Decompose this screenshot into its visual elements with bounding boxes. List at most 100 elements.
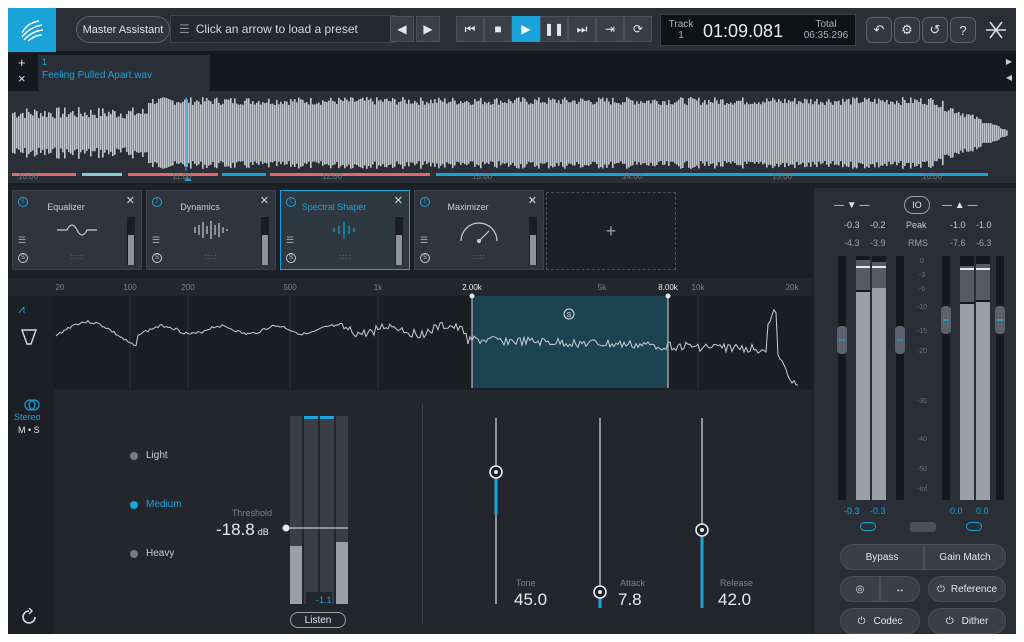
menu-icon[interactable]: ☰: [286, 235, 294, 246]
close-icon[interactable]: ✕: [528, 194, 537, 207]
module-name: Equalizer: [47, 202, 85, 212]
filter-shape-icon[interactable]: [20, 328, 38, 346]
radio-dot: [130, 500, 138, 509]
tone-value[interactable]: 45.0: [514, 590, 547, 610]
input-rms-l: -4.3: [844, 238, 860, 248]
dynamics-icon: [194, 221, 228, 239]
file-tab[interactable]: 1 Feeling Pulled Apart.wav: [38, 55, 210, 91]
grip-icon[interactable]: ∷∷: [339, 253, 351, 262]
master-assistant-button[interactable]: Master Assistant: [76, 16, 170, 43]
input-link-icon[interactable]: [860, 522, 876, 531]
stop-button[interactable]: ■: [484, 16, 512, 42]
mid-side-toggle[interactable]: M • S: [18, 425, 40, 435]
output-peak-r: -1.0: [976, 220, 992, 230]
grip-icon[interactable]: ∷∷: [473, 253, 485, 262]
divider: [422, 404, 423, 624]
module-dynamics[interactable]: I Dynamics ✕ ☰ S ∷∷: [146, 190, 276, 270]
frequency-tick: 1k: [374, 283, 383, 292]
eq-curve-icon: [57, 224, 97, 236]
bypass-button[interactable]: Bypass: [840, 544, 924, 570]
play-button[interactable]: ▶: [512, 16, 540, 42]
attack-value[interactable]: 7.8: [618, 590, 642, 610]
meter-scale-tick: -40: [916, 436, 928, 443]
threshold-meter[interactable]: [282, 412, 354, 610]
add-module-button[interactable]: +: [546, 192, 676, 270]
rms-label: RMS: [908, 238, 928, 248]
history-icon: ↺: [929, 22, 941, 37]
rewind-button[interactable]: ⏮: [456, 16, 484, 42]
close-file-button[interactable]: ×: [18, 71, 26, 86]
stereo-icon[interactable]: [24, 398, 40, 412]
loop-region-icon: ⇥: [604, 22, 616, 36]
tone-slider[interactable]: [488, 416, 506, 608]
module-spectral-shaper[interactable]: I Spectral Shaper ✕ ☰ S ∷∷: [280, 190, 410, 270]
total-time: 06:35.296: [803, 30, 849, 41]
preset-prev-button[interactable]: ◀: [390, 16, 414, 42]
settings-button[interactable]: ⚙: [894, 17, 920, 43]
stereo-rings-icon: ◎: [855, 583, 865, 595]
gauge-icon: [460, 222, 498, 243]
swap-button[interactable]: ↔: [880, 576, 920, 602]
undo-button[interactable]: ↶: [866, 17, 892, 43]
grip-icon[interactable]: ∷∷: [205, 253, 217, 262]
frequency-tick: 500: [283, 283, 297, 292]
tone-label: Tone: [516, 578, 536, 588]
listen-button[interactable]: Listen: [290, 612, 346, 628]
skip-forward-button[interactable]: ⏭: [568, 16, 596, 42]
spectral-shaper-panel: Stereo M • S Light Medium Heavy Threshol…: [8, 390, 812, 634]
mode-heavy[interactable]: Heavy: [130, 548, 174, 559]
output-gain-icon[interactable]: — ▲ —: [942, 200, 977, 211]
io-link-center-icon[interactable]: [910, 522, 936, 532]
spectrum-display[interactable]: S 20 100 200 500 1k 2.00k 5k 8.00k 10k 20k ⩘: [8, 278, 812, 388]
release-value[interactable]: 42.0: [718, 590, 751, 610]
io-link-button[interactable]: IO: [904, 196, 930, 214]
codec-button[interactable]: ⏻ Codec: [840, 608, 920, 634]
input-gain-icon[interactable]: — ▼ —: [834, 200, 869, 211]
release-slider[interactable]: [694, 416, 712, 608]
menu-icon[interactable]: ☰: [152, 235, 160, 246]
solo-icon[interactable]: S: [152, 253, 162, 263]
close-icon[interactable]: ✕: [394, 194, 403, 207]
spectrum-icon[interactable]: ⩘: [18, 302, 25, 317]
output-link-icon[interactable]: [966, 522, 982, 531]
menu-icon[interactable]: ☰: [18, 235, 26, 246]
threshold-value[interactable]: -18.8 dB: [216, 520, 269, 540]
gain-match-button[interactable]: Gain Match: [924, 544, 1006, 570]
preset-field[interactable]: ☰ Click an arrow to load a preset: [170, 15, 396, 43]
solo-icon[interactable]: S: [18, 253, 28, 263]
reference-button[interactable]: ⏻ Reference: [928, 576, 1006, 602]
loop-button[interactable]: ⟳: [624, 16, 652, 42]
close-icon[interactable]: ✕: [260, 194, 269, 207]
solo-icon[interactable]: S: [420, 253, 430, 263]
frequency-tick: 8.00k: [658, 283, 679, 292]
pause-button[interactable]: ❚❚: [540, 16, 568, 42]
output-bottom-l: 0.0: [950, 506, 963, 516]
menu-icon[interactable]: ☰: [420, 235, 428, 246]
stereo-label[interactable]: Stereo: [14, 412, 41, 422]
mode-light[interactable]: Light: [130, 450, 168, 461]
timeline-tick: 15:00: [772, 172, 793, 181]
stereo-compare-button[interactable]: ◎: [840, 576, 880, 602]
history-button[interactable]: ↺: [922, 17, 948, 43]
module-maximizer[interactable]: I Maximizer ✕ ☰ S ∷∷: [414, 190, 544, 270]
close-icon[interactable]: ✕: [126, 194, 135, 207]
dither-button[interactable]: ⏻ Dither: [928, 608, 1006, 634]
solo-icon[interactable]: S: [286, 253, 296, 263]
waveform-overview[interactable]: 10:00 11:00 12:00 13:00 14:00 15:00 16:00: [8, 91, 1016, 183]
spectrum-side: ⩘: [8, 296, 54, 388]
loop-region-button[interactable]: ⇥: [596, 16, 624, 42]
frequency-tick: 5k: [598, 283, 607, 292]
attack-slider[interactable]: [592, 416, 610, 608]
help-button[interactable]: ?: [950, 17, 976, 43]
add-file-button[interactable]: +: [18, 55, 26, 70]
mode-medium[interactable]: Medium: [130, 499, 182, 510]
scroll-right-icon[interactable]: ▶: [1006, 57, 1012, 66]
scroll-left-icon[interactable]: ◀: [1006, 73, 1012, 82]
reset-icon[interactable]: [20, 608, 38, 626]
ozone-app: Master Assistant ☰ Click an arrow to loa…: [8, 8, 1016, 634]
grip-icon[interactable]: ∷∷: [71, 253, 83, 262]
preset-next-button[interactable]: ▶: [416, 16, 440, 42]
signal-chain-button[interactable]: [982, 17, 1010, 43]
app-logo-icon[interactable]: [8, 8, 56, 52]
module-equalizer[interactable]: I Equalizer ✕ ☰ S ∷∷: [12, 190, 142, 270]
